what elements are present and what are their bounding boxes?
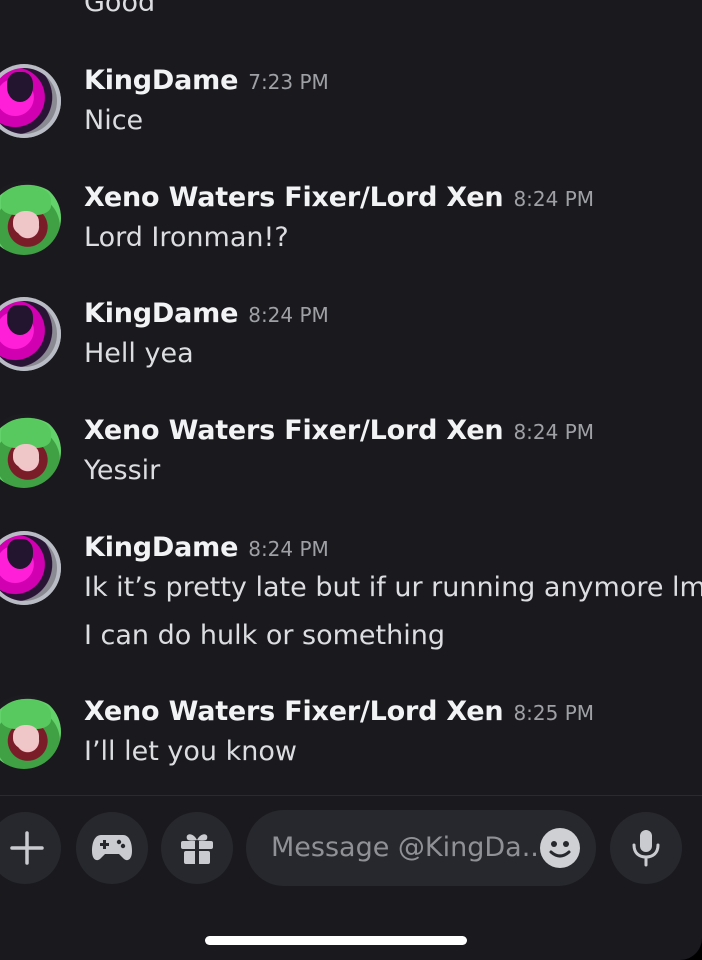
kingdame-avatar[interactable]	[0, 531, 61, 605]
message-timestamp: 8:24 PM	[513, 420, 595, 444]
message-timestamp: 8:25 PM	[513, 701, 595, 725]
message-header: KingDame 8:24 PM	[84, 297, 329, 334]
message-author[interactable]: KingDame	[84, 65, 238, 96]
emoji-icon	[549, 841, 571, 858]
message-timestamp: 7:23 PM	[248, 70, 329, 94]
emoji-button[interactable]	[540, 828, 580, 868]
message-text: Lord Ironman!?	[84, 222, 289, 253]
plus-icon	[10, 831, 44, 865]
message-header: Xeno Waters Fixer/Lord Xen 8:24 PM	[84, 181, 594, 218]
activities-button[interactable]	[76, 812, 148, 884]
message-text: Ik it’s pretty late but if ur running an…	[84, 572, 702, 603]
voice-message-button[interactable]	[610, 812, 682, 884]
message-header: KingDame 7:23 PM	[84, 64, 329, 101]
xeno-avatar[interactable]	[0, 414, 61, 488]
gift-button[interactable]	[161, 812, 233, 884]
message-input-placeholder: Message @KingDa...	[271, 832, 548, 863]
message-text: I’ll let you know	[84, 736, 297, 767]
message-author[interactable]: Xeno Waters Fixer/Lord Xen	[84, 415, 504, 446]
message-composer: Message @KingDa...	[0, 810, 702, 886]
previous-message-text: Good	[84, 0, 156, 18]
message-timestamp: 8:24 PM	[248, 303, 329, 327]
xeno-avatar[interactable]	[0, 181, 61, 255]
message-text: I can do hulk or something	[84, 620, 445, 651]
message-timestamp: 8:24 PM	[248, 537, 329, 561]
message-list[interactable]: Good KingDame 7:23 PM Nice Xeno Waters Fi…	[0, 0, 702, 795]
message-header: Xeno Waters Fixer/Lord Xen 8:24 PM	[84, 414, 594, 451]
message-author[interactable]: KingDame	[84, 298, 238, 329]
message-author[interactable]: Xeno Waters Fixer/Lord Xen	[84, 696, 504, 727]
kingdame-avatar[interactable]	[0, 297, 61, 371]
message-input[interactable]: Message @KingDa...	[246, 810, 596, 886]
gift-icon	[181, 834, 213, 864]
discord-dm-screen: Good KingDame 7:23 PM Nice Xeno Waters Fi…	[0, 0, 702, 960]
message-author[interactable]: KingDame	[84, 532, 238, 563]
gamepad-icon	[92, 835, 132, 861]
microphone-icon	[632, 830, 660, 867]
home-indicator[interactable]	[205, 936, 467, 945]
composer-divider	[0, 795, 702, 796]
xeno-avatar[interactable]	[0, 695, 61, 769]
message-header: Xeno Waters Fixer/Lord Xen 8:25 PM	[84, 695, 594, 732]
message-header: KingDame 8:24 PM	[84, 531, 329, 568]
message-text: Hell yea	[84, 338, 194, 369]
message-text: Nice	[84, 105, 144, 136]
message-timestamp: 8:24 PM	[513, 187, 595, 211]
message-text: Yessir	[84, 455, 161, 486]
kingdame-avatar[interactable]	[0, 64, 61, 138]
add-attachment-button[interactable]	[0, 812, 61, 884]
message-author[interactable]: Xeno Waters Fixer/Lord Xen	[84, 182, 504, 213]
